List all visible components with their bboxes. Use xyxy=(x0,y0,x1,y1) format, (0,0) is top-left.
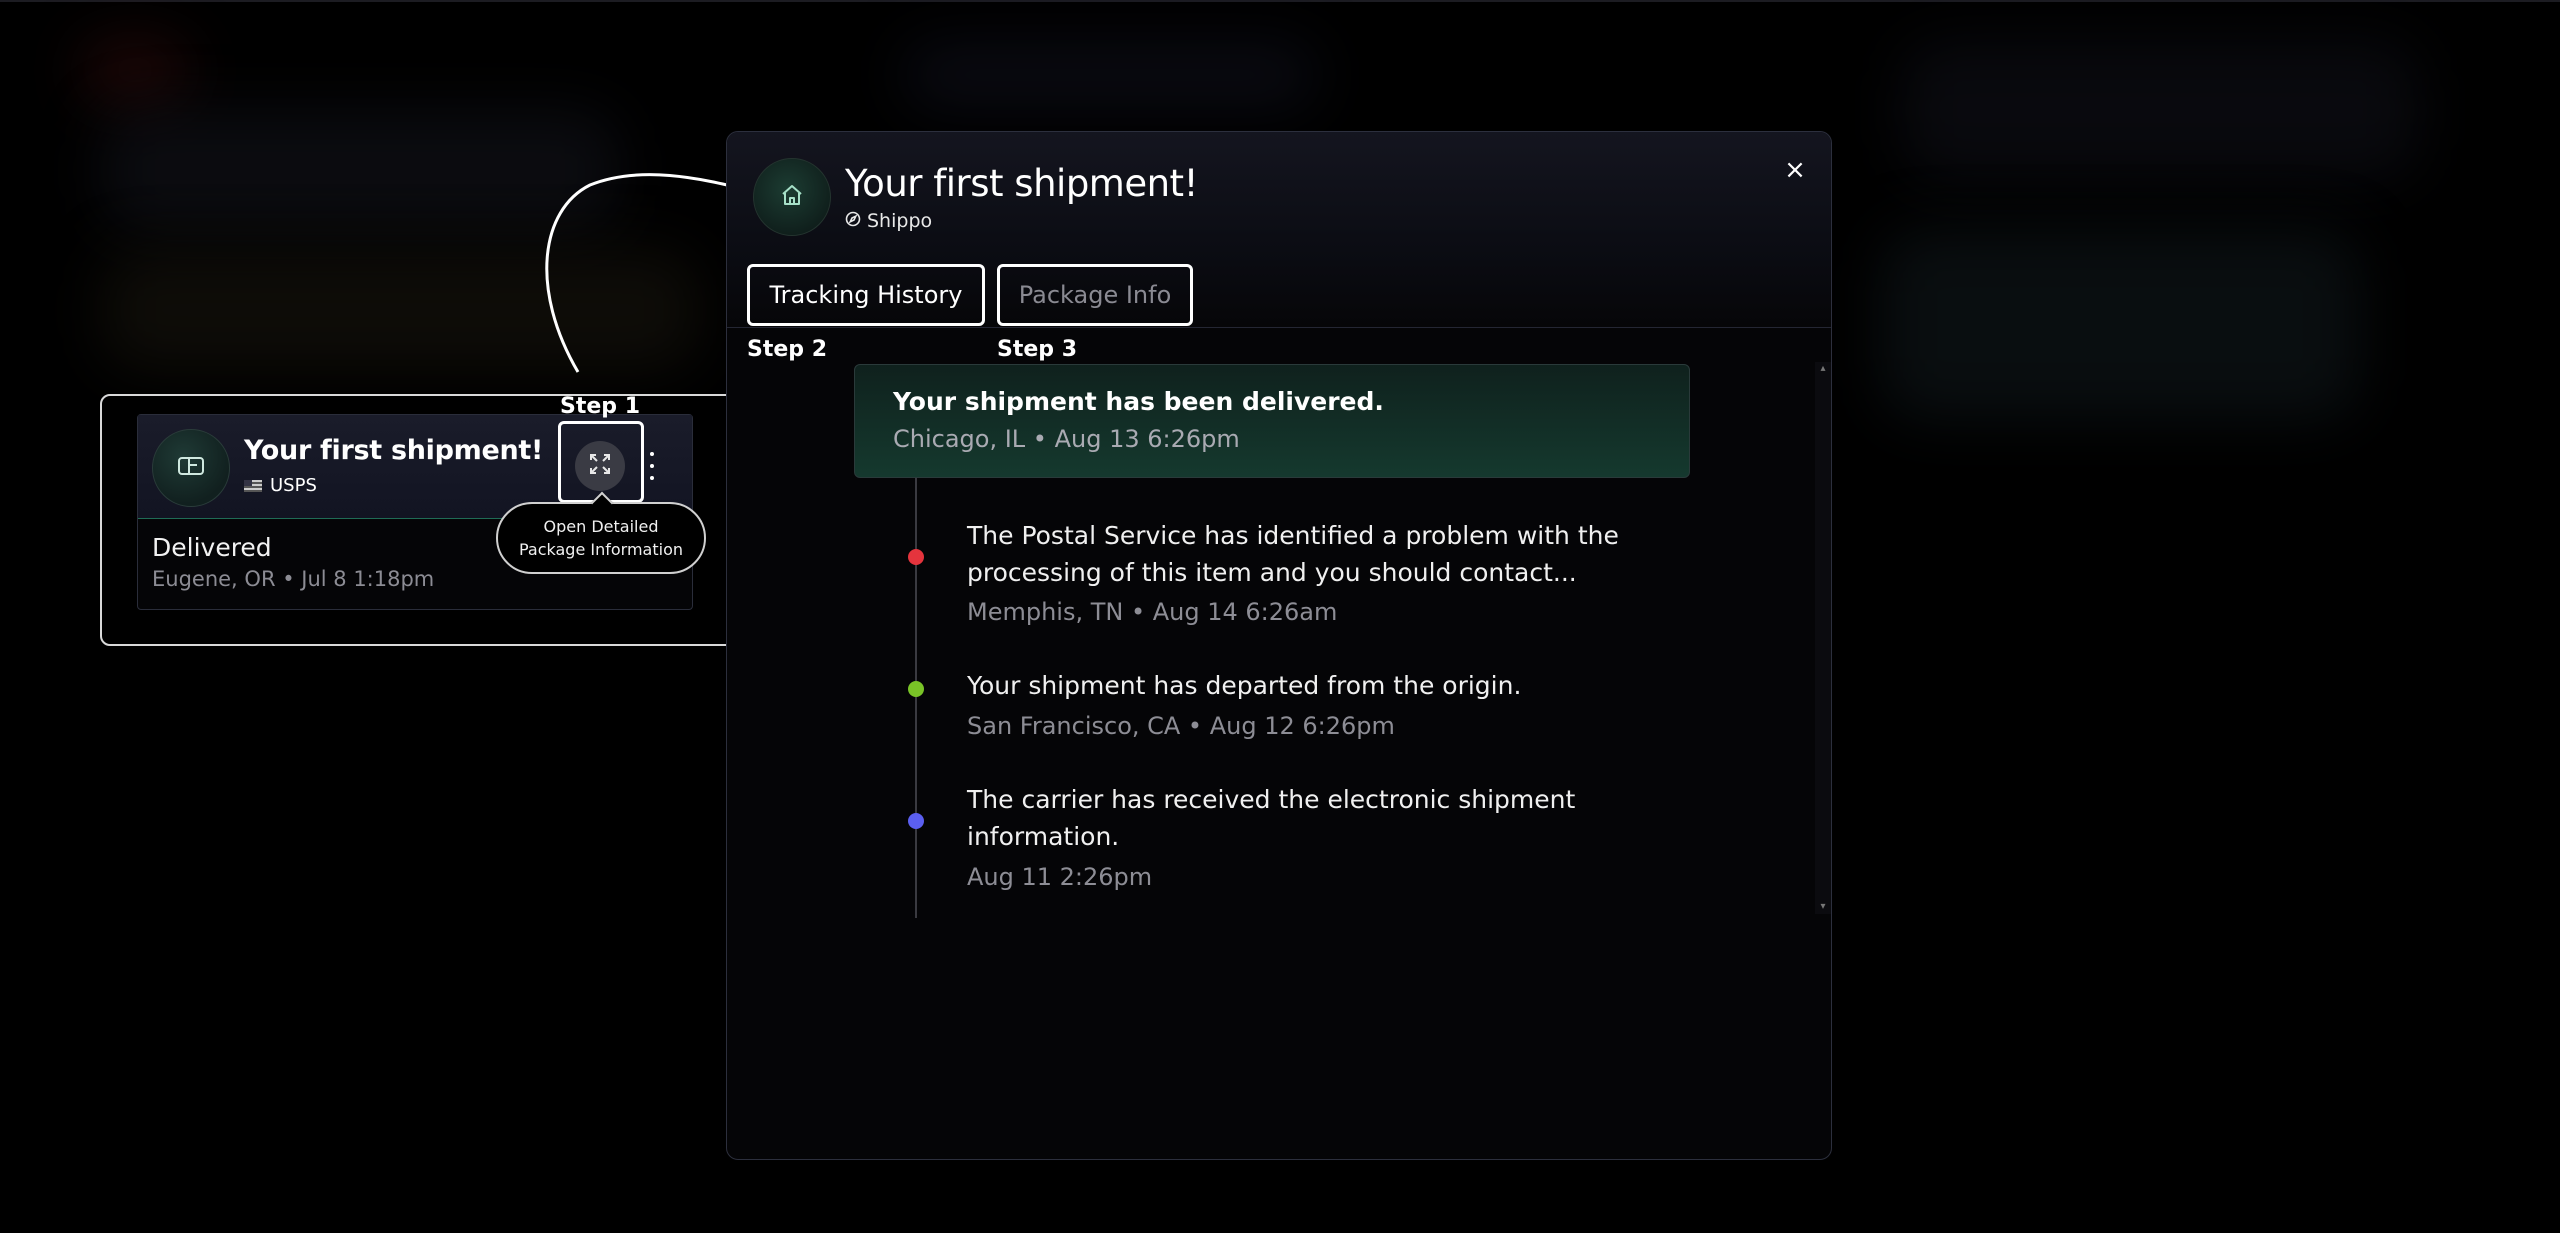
timeline-event-meta: Aug 11 2:26pm xyxy=(967,863,1153,891)
tab-package-info[interactable]: Package Info xyxy=(997,264,1193,326)
background-blur xyxy=(1900,40,2420,180)
step1-label: Step 1 xyxy=(560,394,640,419)
shipment-avatar xyxy=(152,429,230,507)
header-divider xyxy=(727,327,1831,328)
package-icon xyxy=(177,455,205,481)
step2-label: Step 2 xyxy=(747,337,827,362)
modal-org: Shippo xyxy=(845,210,932,232)
background-blur xyxy=(80,40,190,100)
close-button[interactable]: × xyxy=(1779,154,1811,186)
timeline-event-text: The carrier has received the electronic … xyxy=(967,785,1576,851)
carrier-label: USPS xyxy=(270,475,317,496)
delivered-event-card: Your shipment has been delivered. Chicag… xyxy=(854,364,1690,478)
timeline-line xyxy=(915,478,917,918)
org-name: Shippo xyxy=(867,210,933,232)
shipment-card-location: Eugene, OR • Jul 8 1:18pm xyxy=(152,567,435,591)
modal-avatar xyxy=(753,158,831,236)
top-border xyxy=(0,0,2560,2)
background-blur xyxy=(1880,230,2360,420)
modal-title: Your first shipment! xyxy=(845,162,1198,205)
tooltip-line2: Package Information xyxy=(518,540,684,559)
scroll-up-icon[interactable]: ▴ xyxy=(1818,364,1828,374)
timeline-dot-blue xyxy=(908,813,924,829)
step3-label: Step 3 xyxy=(997,337,1077,362)
shipment-card-status: Delivered xyxy=(152,533,272,562)
home-icon xyxy=(780,183,804,211)
delivered-title: Your shipment has been delivered. xyxy=(893,387,1384,416)
background-blur xyxy=(100,250,700,370)
timeline-dot-green xyxy=(908,681,924,697)
timeline-dot-red xyxy=(908,549,924,565)
tooltip-line1: Open Detailed xyxy=(543,517,659,536)
delivered-location: Chicago, IL • Aug 13 6:26pm xyxy=(893,425,1240,453)
background-blur xyxy=(900,40,1320,110)
scrollbar[interactable] xyxy=(1815,362,1831,914)
scroll-down-icon[interactable]: ▾ xyxy=(1818,902,1828,912)
expand-tooltip: Open Detailed Package Information xyxy=(496,502,706,574)
timeline-event-meta: San Francisco, CA • Aug 12 6:26pm xyxy=(967,712,1395,740)
timeline-event-meta: Memphis, TN • Aug 14 6:26am xyxy=(967,598,1338,626)
tab-tracking-history[interactable]: Tracking History xyxy=(747,264,985,326)
shipment-card-title: Your first shipment! xyxy=(244,435,544,466)
background-blur xyxy=(100,110,620,230)
expand-button[interactable] xyxy=(575,441,625,491)
timeline-event-text: Your shipment has departed from the orig… xyxy=(967,671,1522,700)
kebab-menu-icon[interactable] xyxy=(645,452,659,480)
shipment-card-carrier: USPS xyxy=(244,475,317,496)
timeline-event-text: The Postal Service has identified a prob… xyxy=(967,521,1619,587)
compass-icon xyxy=(845,210,861,232)
expand-icon xyxy=(589,453,611,479)
shipment-detail-modal: Your first shipment! Shippo × Tracking H… xyxy=(726,131,1832,1160)
flag-icon xyxy=(244,479,262,492)
tutorial-stage: Your first shipment! USPS Delivered Euge… xyxy=(0,0,2560,1233)
